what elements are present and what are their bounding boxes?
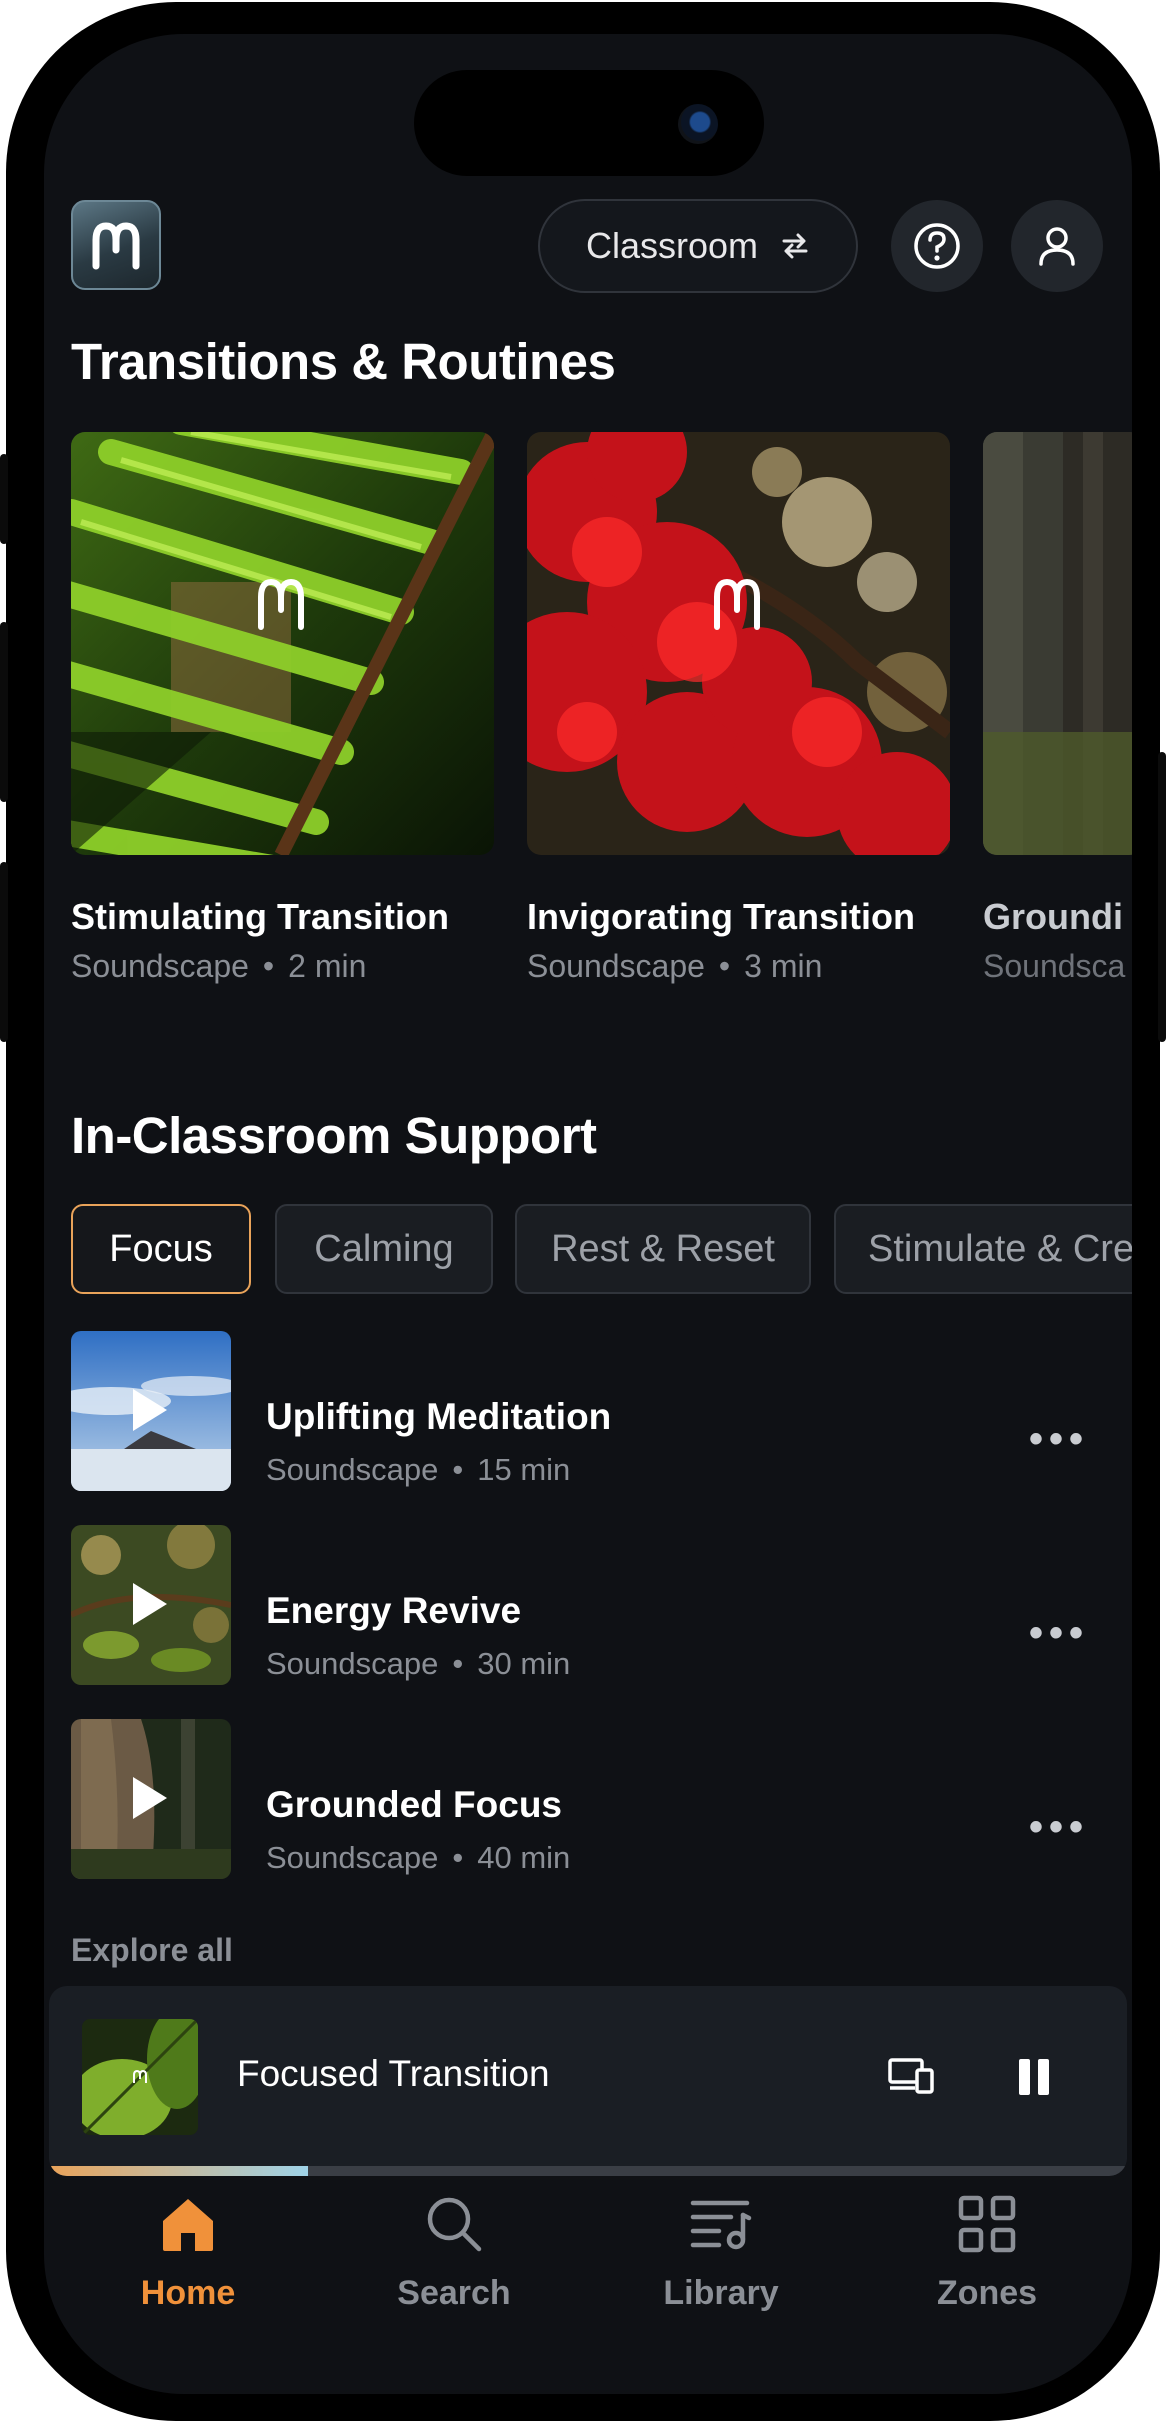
list-item-title-1: Uplifting Meditation [266, 1396, 612, 1437]
now-playing-title: Focused Transition [237, 2053, 550, 2094]
card-duration: 3 min [744, 948, 823, 984]
explore-all-link[interactable]: Explore all [71, 1932, 233, 1969]
brand-logo-button[interactable] [71, 200, 161, 290]
search-icon [427, 2197, 482, 2252]
filter-chip-rest-reset[interactable]: Rest & Reset [515, 1204, 811, 1294]
front-camera [678, 104, 718, 144]
item-duration: 40 min [477, 1840, 571, 1875]
transitions-heading: Transitions & Routines [71, 333, 616, 390]
filter-chip-stimulate[interactable]: Stimulate & Cre [834, 1204, 1132, 1294]
item-type: Soundscape [266, 1646, 439, 1681]
mute-switch [0, 454, 8, 544]
transition-card-meta-3: Soundsca [983, 948, 1126, 984]
profile-button[interactable] [1011, 200, 1103, 292]
now-playing-bar[interactable]: Focused Transition [49, 1986, 1127, 2176]
now-playing-artwork [82, 2019, 198, 2135]
more-options-icon[interactable]: ••• [1029, 1611, 1089, 1656]
item-type: Soundscape [266, 1452, 439, 1487]
play-icon [133, 1389, 167, 1431]
help-button[interactable] [891, 200, 983, 292]
more-options-icon[interactable]: ••• [1029, 1417, 1089, 1462]
filter-chip-focus[interactable]: Focus [71, 1204, 251, 1294]
list-item-meta-3: Soundscape • 40 min [266, 1840, 571, 1875]
play-icon [133, 1583, 167, 1625]
brand-logo-icon [92, 222, 140, 270]
transition-card-title-2: Invigorating Transition [527, 896, 916, 937]
maple-leaves-image [527, 432, 950, 855]
transition-card-image-3[interactable] [983, 432, 1132, 855]
list-item-thumbnail-1[interactable] [71, 1331, 231, 1491]
list-item-meta-1: Soundscape • 15 min [266, 1452, 571, 1487]
user-icon [1039, 227, 1075, 266]
card-type: Soundscape [527, 948, 705, 984]
power-button [1158, 752, 1166, 1042]
library-icon [690, 2200, 752, 2250]
question-circle-icon [914, 223, 960, 269]
forest-image [983, 432, 1132, 855]
pause-button[interactable] [1017, 2058, 1051, 2101]
palm-leaves-image [71, 432, 494, 855]
transition-card-title-3: Groundi [983, 896, 1123, 937]
tab-label: Library [663, 2274, 779, 2312]
list-item-thumbnail-2[interactable] [71, 1525, 231, 1685]
volume-up-button [0, 622, 8, 802]
tab-zones[interactable]: Zones [887, 2184, 1087, 2313]
card-duration: 2 min [288, 948, 367, 984]
item-duration: 15 min [477, 1452, 571, 1487]
dynamic-island [414, 70, 764, 176]
transition-card-title-1: Stimulating Transition [71, 896, 450, 937]
transition-card-image-2[interactable] [527, 432, 950, 855]
card-type: Soundscape [71, 948, 249, 984]
devices-icon [888, 2058, 934, 2094]
pause-icon [1019, 2059, 1049, 2095]
transition-card-image-1[interactable] [71, 432, 494, 855]
progress-track[interactable] [49, 2166, 1127, 2176]
play-icon [133, 1777, 167, 1819]
swap-arrows-icon [782, 233, 808, 259]
tab-label: Zones [936, 2274, 1038, 2312]
support-heading: In-Classroom Support [71, 1107, 597, 1164]
tab-home[interactable]: Home [88, 2184, 288, 2313]
location-label: Classroom [585, 225, 759, 266]
more-options-icon[interactable]: ••• [1029, 1805, 1089, 1850]
item-type: Soundscape [266, 1840, 439, 1875]
devices-button[interactable] [887, 2056, 935, 2101]
tab-library[interactable]: Library [621, 2184, 821, 2313]
item-duration: 30 min [477, 1646, 571, 1681]
list-item-title-3: Grounded Focus [266, 1784, 562, 1825]
list-item-title-2: Energy Revive [266, 1590, 522, 1631]
progress-fill [49, 2166, 308, 2176]
list-item-meta-2: Soundscape • 30 min [266, 1646, 571, 1681]
tab-label: Search [397, 2274, 511, 2312]
home-icon [163, 2199, 213, 2251]
tab-search[interactable]: Search [354, 2184, 554, 2313]
volume-down-button [0, 862, 8, 1042]
filter-chip-calming[interactable]: Calming [275, 1204, 493, 1294]
grid-icon [958, 2195, 1016, 2253]
transition-card-meta-2: Soundscape • 3 min [527, 948, 823, 984]
phone-frame: Classroom Transitions & Routines Stimula… [0, 2, 1166, 2421]
transition-card-meta-1: Soundscape • 2 min [71, 948, 367, 984]
app-screen: Classroom Transitions & Routines Stimula… [44, 34, 1132, 2394]
location-switcher[interactable]: Classroom [538, 199, 858, 293]
tab-label: Home [140, 2274, 236, 2312]
leaf-artwork-image [82, 2019, 198, 2135]
list-item-thumbnail-3[interactable] [71, 1719, 231, 1879]
